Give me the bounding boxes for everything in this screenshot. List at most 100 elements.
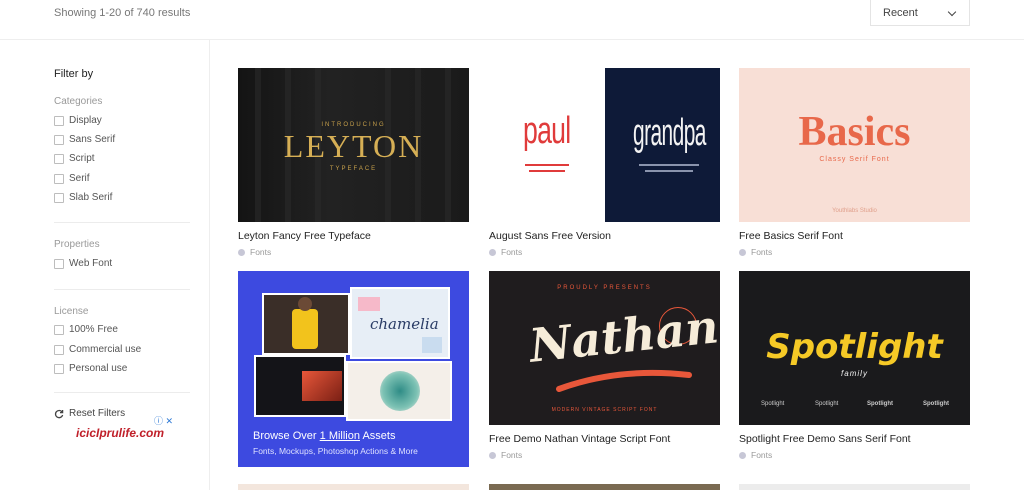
- promo-image-tshirt: [262, 293, 350, 355]
- thumb-font-sample: LEYTON: [283, 128, 424, 164]
- filter-option-slab-serif[interactable]: Slab Serif: [54, 192, 112, 203]
- divider: [54, 392, 190, 393]
- promo-image-mockup: chamelia: [350, 287, 450, 359]
- card-category[interactable]: Fonts: [489, 247, 720, 257]
- thumb-text-line: [525, 164, 569, 166]
- thumb-font-sample-left: paul: [523, 110, 571, 152]
- category-dot-icon: [238, 248, 245, 256]
- thumb-font-sample: Basics: [798, 109, 911, 155]
- card-thumbnail[interactable]: Spotlight family Spotlight Spotlight Spo…: [739, 271, 970, 425]
- group-title-categories: Categories: [54, 96, 103, 107]
- promo-subtitle: Fonts, Mockups, Photoshop Actions & More: [253, 446, 418, 456]
- promo-banner[interactable]: chamelia Browse Over 1 Million Assets Fo…: [238, 271, 469, 467]
- divider: [54, 222, 190, 223]
- results-toolbar: Showing 1-20 of 740 results Recent: [0, 0, 1024, 40]
- filter-option-serif[interactable]: Serif: [54, 173, 90, 184]
- card-category[interactable]: Fonts: [489, 450, 720, 460]
- next-card-peek: [238, 484, 469, 490]
- card-title[interactable]: Free Basics Serif Font: [739, 230, 970, 242]
- card-title[interactable]: Leyton Fancy Free Typeface: [238, 230, 469, 242]
- promo-mock-word: chamelia: [370, 315, 439, 333]
- filter-option-label: Personal use: [69, 363, 128, 374]
- card-thumbnail[interactable]: PROUDLY PRESENTS Nathan MODERN VINTAGE S…: [489, 271, 720, 425]
- promo-title-prefix: Browse Over: [253, 430, 320, 442]
- category-label: Fonts: [250, 247, 272, 257]
- font-card[interactable]: INTRODUCING LEYTON TYPEFACE Leyton Fancy…: [238, 68, 469, 257]
- category-dot-icon: [739, 451, 746, 459]
- promo-title[interactable]: Browse Over 1 Million Assets: [253, 430, 395, 442]
- filter-option-label: Commercial use: [69, 344, 142, 355]
- card-thumbnail[interactable]: Basics Classy Serif Font Youthlabs Studi…: [739, 68, 970, 222]
- checkbox[interactable]: [54, 363, 64, 374]
- card-title[interactable]: August Sans Free Version: [489, 230, 720, 242]
- sort-dropdown[interactable]: Recent: [870, 0, 970, 26]
- filter-option-sans-serif[interactable]: Sans Serif: [54, 134, 115, 145]
- card-category[interactable]: Fonts: [238, 247, 469, 257]
- filter-option-personal-use[interactable]: Personal use: [54, 363, 127, 374]
- font-card[interactable]: Basics Classy Serif Font Youthlabs Studi…: [739, 68, 970, 257]
- swash-decoration: [556, 369, 692, 392]
- group-title-properties: Properties: [54, 239, 100, 250]
- thumb-sub-text: Classy Serif Font: [819, 156, 890, 163]
- thumb-sub-text: TYPEFACE: [329, 166, 378, 172]
- weight-sample: Spotlight: [923, 401, 949, 407]
- thumb-sub-text: family: [841, 369, 868, 378]
- group-title-license: License: [54, 306, 89, 317]
- checkbox[interactable]: [54, 153, 64, 164]
- checkbox[interactable]: [54, 192, 64, 203]
- next-card-peek: [739, 484, 970, 490]
- weight-sample: Spotlight: [815, 401, 839, 407]
- checkbox[interactable]: [54, 134, 64, 145]
- card-category[interactable]: Fonts: [739, 247, 970, 257]
- filter-option-label: 100% Free: [69, 324, 118, 335]
- promo-image-paint: [346, 361, 452, 421]
- divider: [54, 289, 190, 290]
- results-count: Showing 1-20 of 740 results: [54, 7, 191, 19]
- category-label: Fonts: [751, 247, 773, 257]
- ad-text: icicIprulife.com: [76, 426, 165, 440]
- card-title[interactable]: Spotlight Free Demo Sans Serif Font: [739, 433, 970, 445]
- thumb-text-line: [529, 170, 565, 172]
- filter-option-label: Script: [69, 153, 95, 164]
- filter-option-script[interactable]: Script: [54, 153, 95, 164]
- next-card-peek: [489, 484, 720, 490]
- category-label: Fonts: [501, 450, 523, 460]
- weight-sample: Spotlight: [761, 401, 785, 407]
- category-dot-icon: [489, 248, 496, 256]
- checkbox[interactable]: [54, 258, 64, 269]
- promo-title-suffix: Assets: [360, 430, 396, 442]
- weight-sample: Spotlight: [867, 401, 893, 407]
- sidebar-ad[interactable]: ⓘ ✕ icicIprulife.com: [60, 412, 190, 446]
- checkbox[interactable]: [54, 324, 64, 335]
- checkbox[interactable]: [54, 115, 64, 126]
- thumb-studio-text: Youthlabs Studio: [832, 208, 877, 214]
- sort-selected-value: Recent: [883, 7, 918, 19]
- card-category[interactable]: Fonts: [739, 450, 970, 460]
- checkbox[interactable]: [54, 344, 64, 355]
- category-dot-icon: [739, 248, 746, 256]
- promo-title-link[interactable]: 1 Million: [320, 430, 360, 442]
- card-title[interactable]: Free Demo Nathan Vintage Script Font: [489, 433, 720, 445]
- thumb-font-sample: Spotlight: [766, 327, 943, 367]
- chevron-down-icon: [947, 7, 957, 17]
- font-card[interactable]: Spotlight family Spotlight Spotlight Spo…: [739, 271, 970, 460]
- filter-option-label: Sans Serif: [69, 134, 116, 145]
- promo-image-laptop: [254, 355, 346, 417]
- filter-option-100-free[interactable]: 100% Free: [54, 324, 118, 335]
- promo-card[interactable]: chamelia Browse Over 1 Million Assets Fo…: [238, 271, 469, 467]
- font-card[interactable]: paul grandpa August Sans Free Version Fo…: [489, 68, 720, 257]
- checkbox[interactable]: [54, 173, 64, 184]
- card-thumbnail[interactable]: paul grandpa: [489, 68, 720, 222]
- filter-option-display[interactable]: Display: [54, 115, 102, 126]
- card-thumbnail[interactable]: INTRODUCING LEYTON TYPEFACE: [238, 68, 469, 222]
- filter-option-label: Slab Serif: [69, 192, 113, 203]
- filter-option-label: Display: [69, 115, 102, 126]
- category-label: Fonts: [751, 450, 773, 460]
- filter-option-web-font[interactable]: Web Font: [54, 258, 112, 269]
- thumb-sub-text: MODERN VINTAGE SCRIPT FONT: [551, 407, 658, 413]
- font-card[interactable]: PROUDLY PRESENTS Nathan MODERN VINTAGE S…: [489, 271, 720, 460]
- filter-option-commercial-use[interactable]: Commercial use: [54, 344, 141, 355]
- thumb-text-line: [645, 170, 693, 172]
- category-label: Fonts: [501, 247, 523, 257]
- category-dot-icon: [489, 451, 496, 459]
